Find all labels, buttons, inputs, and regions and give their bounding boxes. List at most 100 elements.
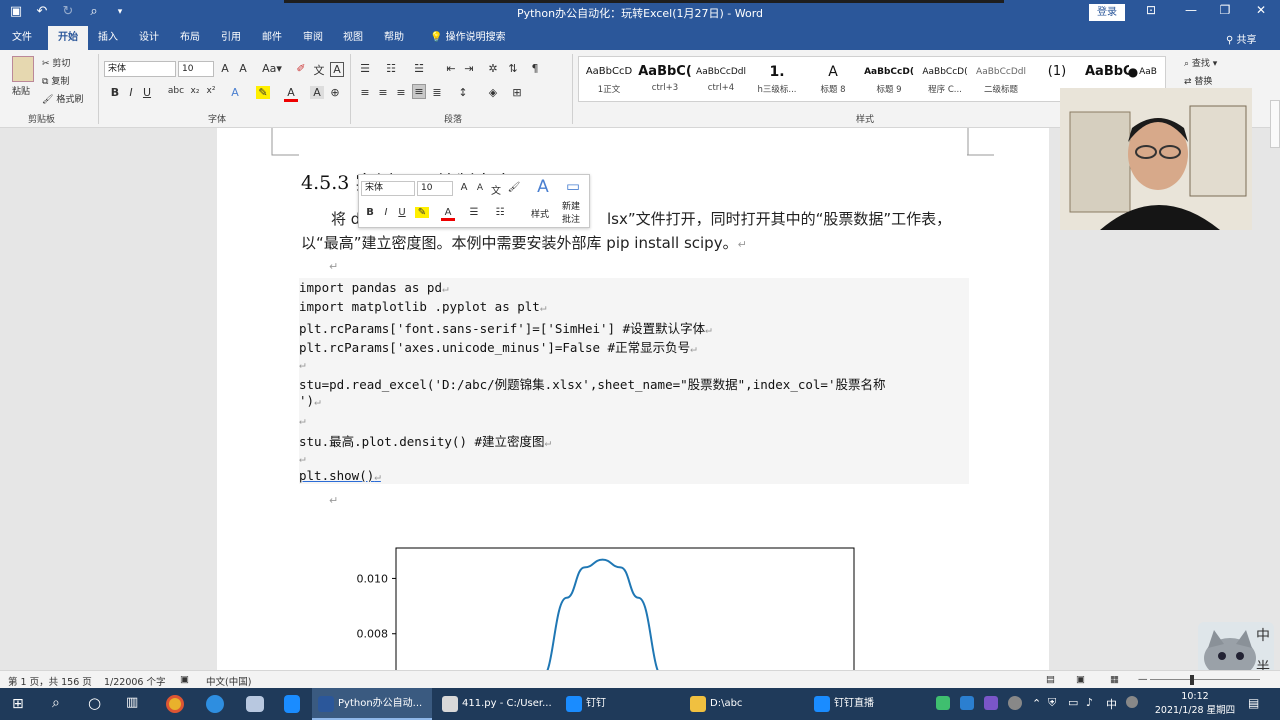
chrome-icon[interactable] [166,695,184,713]
tray-app-icon[interactable] [984,696,998,710]
decrease-indent-icon[interactable]: ⇤ [444,62,458,75]
word-count[interactable]: 1/22006 个字 [104,674,166,688]
bullets-icon[interactable]: ☰ [358,62,372,75]
increase-indent-icon[interactable]: ⇥ [462,62,476,75]
zoom-out-icon[interactable]: — [1138,674,1148,685]
character-shading-icon[interactable]: A [310,86,324,99]
web-layout-icon[interactable]: ▦ [1110,674,1119,685]
tab-insert[interactable]: 插入 [92,26,124,50]
shading-icon[interactable]: ◈ [486,86,500,99]
character-border-icon[interactable]: A [330,62,344,77]
tab-home[interactable]: 开始 [48,26,88,50]
cut-button[interactable]: ✂ 剪切 [42,56,70,69]
tray-app-icon[interactable] [960,696,974,710]
volume-icon[interactable]: ♪ [1086,696,1093,720]
task-view-icon[interactable]: ▥ [126,695,138,720]
tray-app-icon[interactable] [936,696,950,710]
mini-bullets-icon[interactable]: ☰ [467,207,481,218]
maximize-button[interactable]: ❐ [1210,3,1240,17]
login-button[interactable]: 登录 [1089,4,1125,21]
bold-icon[interactable]: B [108,86,122,99]
taskbar-app-explorer[interactable]: D:\abc [684,688,804,720]
numbering-icon[interactable]: ☷ [384,62,398,75]
clock[interactable]: 10:12 2021/1/28 星期四 [1150,688,1240,720]
clear-formatting-icon[interactable]: ✐ [294,62,308,75]
close-button[interactable]: ✕ [1246,3,1276,17]
tab-help[interactable]: 帮助 [378,26,410,50]
search-icon[interactable]: ⌕ [52,695,60,720]
tab-mailings[interactable]: 邮件 [256,26,288,50]
dingtalk-icon[interactable] [284,695,300,713]
code-block[interactable]: import pandas as pd↵ import matplotlib .… [299,278,969,484]
mini-styles-icon[interactable]: A [533,177,553,197]
format-painter-button[interactable]: 🖌 格式刷 [42,92,83,105]
italic-icon[interactable]: I [124,86,138,99]
edge-icon[interactable] [206,695,224,713]
style-item[interactable]: AaBbCcD(标题 9 [861,61,917,95]
style-item[interactable]: AaBbC(ctrl+3 [637,61,693,93]
copy-button[interactable]: ⧉ 复制 [42,74,69,87]
highlight-icon[interactable]: ✎ [256,86,270,99]
mini-font-size-box[interactable]: 10 [417,181,453,196]
style-item[interactable]: AaBbCcDdl 二级标题 [973,61,1029,95]
page-count[interactable]: 第 1 页，共 156 页 [8,674,92,688]
proofing-icon[interactable]: ▣ [180,674,189,685]
tab-references[interactable]: 引用 [215,26,247,50]
multilevel-list-icon[interactable]: ☱ [412,62,426,75]
mini-phonetic-icon[interactable]: 文 [489,182,503,197]
style-item[interactable]: AaBbCcD 1正文 [581,61,637,95]
taskbar-app-dingtalk-live[interactable]: 钉钉直播 [808,688,928,720]
tell-me-search[interactable]: 💡 操作说明搜索 [424,26,512,50]
paste-button[interactable]: 粘贴 [12,84,30,97]
superscript-icon[interactable]: x² [204,86,218,96]
align-right-icon[interactable]: ≡ [394,86,408,99]
tray-app-icon[interactable] [1126,696,1138,708]
ribbon-display-options-icon[interactable]: ⊡ [1136,3,1166,17]
notification-icon[interactable]: ▤ [1248,696,1259,720]
mini-font-color-icon[interactable]: A [441,207,455,221]
replace-button[interactable]: ⇄ 替换 [1184,74,1212,87]
align-left-icon[interactable]: ≡ [358,86,372,99]
style-item[interactable]: AaBbC [1085,61,1129,83]
text-effects-icon[interactable]: A [228,86,242,99]
tab-design[interactable]: 设计 [133,26,165,50]
style-item[interactable]: A 标题 8 [805,61,861,95]
borders-icon[interactable]: ⊞ [510,86,524,99]
taskbar-app-dingtalk[interactable]: 钉钉 [560,688,680,720]
cortana-icon[interactable]: ○ [88,694,101,720]
mini-font-name-box[interactable]: 宋体 [361,181,415,196]
paste-icon[interactable] [12,56,34,82]
sort-icon[interactable]: ⇅ [506,62,520,75]
shrink-font-icon[interactable]: A [236,62,250,75]
taskbar-app-word[interactable]: Python办公自动... [312,688,432,720]
tray-app-icon[interactable] [1008,696,1022,710]
tab-view[interactable]: 视图 [337,26,369,50]
phonetic-guide-icon[interactable]: 文 [312,62,326,78]
line-spacing-icon[interactable]: ↕ [456,86,470,99]
distributed-icon[interactable]: ≣ [430,86,444,99]
mini-format-painter-icon[interactable]: 🖌 [507,182,521,193]
zoom-slider[interactable] [1150,679,1260,680]
justify-icon[interactable]: ≡ [412,84,426,99]
style-item[interactable]: (1) [1029,61,1085,83]
find-button[interactable]: ⌕ 查找 ▾ [1184,56,1217,69]
network-icon[interactable]: ▭ [1068,696,1078,720]
style-item[interactable]: AaBbCcDdl ctrl+4 [693,61,749,93]
minimize-button[interactable]: — [1176,3,1206,17]
page[interactable]: 4.5.3 实例11：绘制密度图 将 d lsx”文件打开，同时打开其中的“股票… [217,128,1049,670]
font-color-icon[interactable]: A [284,86,298,102]
enclose-characters-icon[interactable]: ⊕ [328,86,342,99]
new-comment-label-2[interactable]: 批注 [562,212,580,225]
mini-shrink-font-icon[interactable]: A [473,183,487,193]
font-name-box[interactable]: 宋体 [104,61,176,77]
strikethrough-icon[interactable]: abc [166,86,186,96]
font-size-box[interactable]: 10 [178,61,214,77]
share-button[interactable]: ⚲ 共享 [1226,31,1257,46]
change-case-icon[interactable]: Aa▾ [260,62,284,75]
mini-bold-icon[interactable]: B [363,207,377,218]
new-comment-icon[interactable]: ▭ [563,177,583,195]
zoom-slider-thumb[interactable] [1190,675,1194,685]
ime-indicator[interactable]: 中 [1106,696,1117,720]
windows-start-icon[interactable]: ⊞ [12,696,24,720]
grow-font-icon[interactable]: A [218,62,232,75]
